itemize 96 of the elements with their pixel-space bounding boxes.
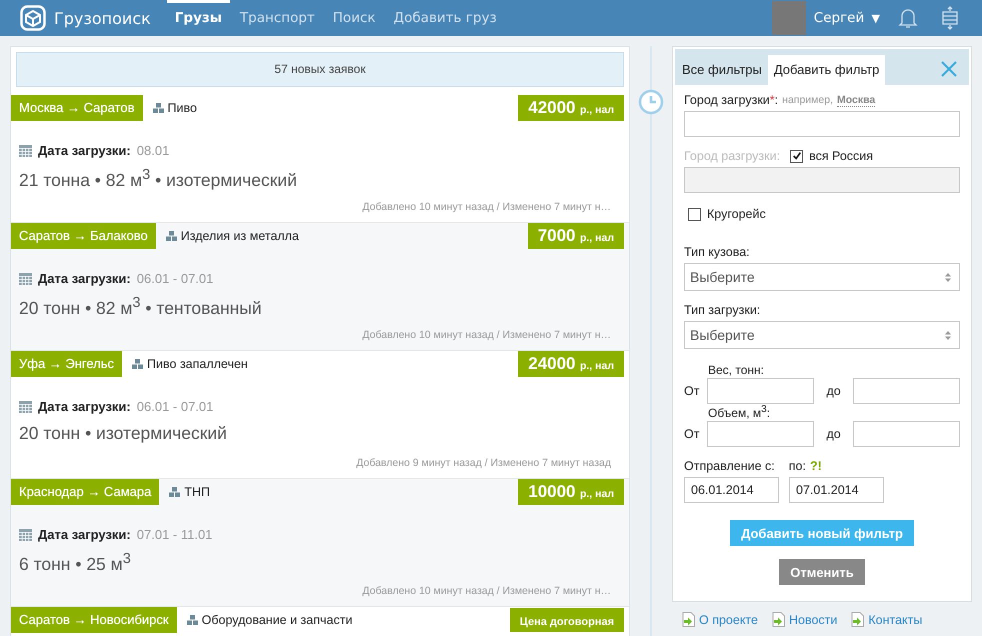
cargo-name: Оборудование и запчасти bbox=[202, 613, 352, 627]
sort-arrows-icon bbox=[945, 272, 951, 282]
route-tag[interactable]: Саратов → Балаково bbox=[11, 223, 156, 249]
date-label: Дата загрузки: bbox=[38, 143, 131, 158]
boxes-icon bbox=[169, 487, 180, 497]
boxes-icon bbox=[166, 231, 177, 241]
load-date: 07.01 - 11.01 bbox=[136, 527, 212, 542]
filter-tab[interactable]: Все фильтры bbox=[676, 55, 768, 85]
cargo-name: ТНП bbox=[184, 485, 210, 499]
sort-arrows-icon bbox=[945, 330, 951, 340]
field-label: Вес, тонн: bbox=[708, 363, 765, 377]
cargo-name: Изделия из металла bbox=[180, 229, 299, 243]
route-tag[interactable]: Уфа → Энгельс bbox=[11, 351, 122, 377]
route-tag[interactable]: Москва → Саратов bbox=[11, 95, 142, 121]
page-arrow-icon bbox=[772, 612, 786, 627]
form-button[interactable]: Добавить новый фильтр bbox=[730, 520, 914, 546]
field-label: Отправление с: bbox=[684, 459, 775, 473]
checkbox-label[interactable]: Кругорейс bbox=[707, 207, 766, 221]
cargo-specs: 20 тонн • 82 м$^{3}$ • тентованный bbox=[19, 295, 263, 319]
calendar-icon bbox=[19, 400, 32, 413]
cargo-card[interactable]: Саратов → Балаково Изделия из металла 7000 р., нал Дата загрузки: 06.01 - 07.01 20 тонн • 82 м$^{3}$ • тентованный Добавлено 10 минут назад / Изменено 7 минут н… bbox=[11, 223, 629, 351]
nav-tab[interactable]: Добавить груз bbox=[386, 0, 505, 36]
field-label: Объем, м$^{3}$: bbox=[708, 404, 772, 420]
load-date: 08.01 bbox=[136, 143, 170, 158]
cargo-card[interactable]: Уфа → Энгельс Пиво запаллечен 24000 р., нал Дата загрузки: 06.01 - 07.01 20 тонн • изотермический Добавлено 9 минут назад / Изменено 7 минут назад bbox=[11, 351, 629, 479]
calendar-icon bbox=[19, 528, 32, 541]
help-link[interactable]: ?! bbox=[810, 459, 822, 473]
hint-text: например, bbox=[782, 94, 833, 106]
filter-tab[interactable]: Добавить фильтр bbox=[768, 55, 886, 85]
boxes-icon bbox=[132, 359, 144, 369]
page-arrow-icon bbox=[851, 612, 866, 627]
date-label: Дата загрузки: bbox=[38, 527, 131, 542]
range-to-field[interactable] bbox=[853, 378, 960, 404]
page-arrow-icon bbox=[682, 612, 696, 627]
cube-logo-icon[interactable] bbox=[20, 5, 46, 31]
range-from-label: От bbox=[684, 384, 700, 398]
price-tag: 24000 р., нал bbox=[518, 351, 624, 377]
cargo-name: Пиво запаллечен bbox=[147, 357, 248, 371]
boxes-icon bbox=[152, 103, 164, 113]
range-from-label: От bbox=[684, 427, 700, 441]
cargo-card[interactable]: Краснодар → Самара ТНП 10000 р., нал Дата загрузки: 07.01 - 11.01 6 тонн • 25 м$^{3}$ Добавлено 10 минут назад / Изменено 7 минут н… bbox=[11, 479, 629, 607]
footer-link[interactable]: О проекте bbox=[682, 612, 758, 627]
calendar-icon bbox=[19, 144, 32, 157]
load-type-select[interactable]: Выберите bbox=[684, 321, 960, 349]
range-to-field[interactable] bbox=[853, 421, 960, 447]
route-tag[interactable]: Краснодар → Самара bbox=[11, 479, 160, 505]
price-tag: 7000 р., нал bbox=[528, 223, 624, 249]
avatar-photo-placeholder[interactable] bbox=[772, 1, 806, 35]
stack-resize-icon[interactable] bbox=[940, 6, 960, 30]
range-to-label: до bbox=[826, 427, 842, 441]
field-label: по: bbox=[788, 459, 806, 473]
range-to-label: до bbox=[826, 384, 842, 398]
boxes-icon bbox=[186, 615, 198, 625]
bell-icon[interactable] bbox=[898, 7, 918, 29]
user-menu[interactable]: Сергей ▼ bbox=[814, 10, 880, 26]
example-link[interactable]: Москва bbox=[837, 94, 876, 106]
route-tag[interactable]: Саратов → Новосибирск bbox=[11, 607, 177, 633]
footer-link[interactable]: Контакты bbox=[851, 612, 922, 627]
checkbox[interactable] bbox=[688, 208, 701, 220]
form-button[interactable]: Отменить bbox=[779, 559, 865, 585]
cargo-card[interactable]: Москва → Саратов Пиво 42000 р., нал Дата загрузки: 08.01 21 тонна • 82 м$^{3}$ • изотермический Добавлено 10 минут назад / Изменено 7 минут н… bbox=[11, 95, 629, 223]
range-from-field[interactable] bbox=[707, 421, 814, 447]
date-to-field[interactable]: 07.01.2014 bbox=[789, 477, 884, 503]
date-from-field[interactable]: 06.01.2014 bbox=[684, 477, 779, 503]
cargo-name: Пиво bbox=[168, 101, 197, 115]
range-from-field[interactable] bbox=[707, 378, 814, 404]
load-date: 06.01 - 07.01 bbox=[136, 271, 214, 286]
price-tag: Цена договорная bbox=[510, 608, 624, 632]
timestamps-text: Добавлено 10 минут назад / Изменено 7 минут н… bbox=[362, 329, 611, 341]
date-label: Дата загрузки: bbox=[38, 399, 131, 414]
field-label: Город загрузки*: bbox=[684, 93, 778, 107]
calendar-icon bbox=[19, 272, 32, 285]
timestamps-text: Добавлено 10 минут назад / Изменено 7 минут н… bbox=[362, 201, 611, 213]
field-label: Тип загрузки: bbox=[684, 303, 762, 317]
field-label: Тип кузова: bbox=[684, 245, 751, 259]
price-tag: 10000 р., нал bbox=[518, 479, 624, 505]
field-label: Город разгрузки: bbox=[684, 149, 780, 163]
cargo-specs: 6 тонн • 25 м$^{3}$ bbox=[19, 551, 132, 575]
body-type-select[interactable]: Выберите bbox=[684, 263, 960, 291]
price-tag: 42000 р., нал bbox=[518, 95, 624, 121]
close-icon[interactable] bbox=[941, 61, 957, 77]
timestamps-text: Добавлено 9 минут назад / Изменено 7 минут назад bbox=[356, 457, 611, 469]
footer-link[interactable]: Новости bbox=[772, 612, 838, 627]
clock-icon[interactable] bbox=[638, 89, 664, 115]
nav-tab[interactable]: Поиск bbox=[324, 0, 384, 36]
site-logo-text[interactable]: Грузопоиск bbox=[54, 8, 151, 28]
new-orders-notice[interactable]: 57 новых заявок bbox=[16, 52, 624, 87]
cargo-specs: 21 тонна • 82 м$^{3}$ • изотермический bbox=[19, 167, 298, 191]
date-label: Дата загрузки: bbox=[38, 271, 131, 286]
load-city-field[interactable] bbox=[684, 111, 960, 137]
nav-tab[interactable]: Грузы bbox=[166, 0, 230, 36]
cargo-specs: 20 тонн • изотермический bbox=[19, 423, 228, 444]
nav-tab[interactable]: Транспорт bbox=[232, 0, 323, 36]
cargo-card[interactable]: Саратов → Новосибирск Оборудование и запчасти Цена договорная bbox=[11, 607, 629, 636]
load-date: 06.01 - 07.01 bbox=[136, 399, 214, 414]
timestamps-text: Добавлено 10 минут назад / Изменено 7 минут н… bbox=[362, 585, 611, 597]
